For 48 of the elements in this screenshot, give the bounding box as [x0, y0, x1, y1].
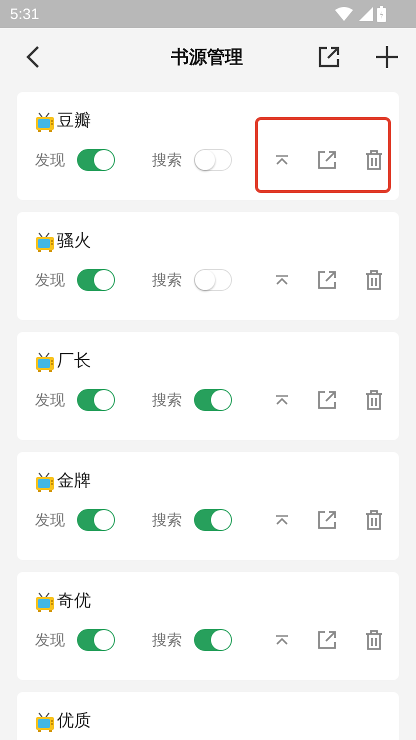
trash-icon[interactable]: [365, 150, 383, 170]
toggle-switch[interactable]: [77, 269, 115, 291]
page-title: 书源管理: [170, 46, 244, 69]
tv-icon: [35, 232, 55, 252]
signal-icon: [359, 7, 373, 21]
back-icon[interactable]: [26, 45, 40, 69]
toggle-switch[interactable]: [194, 509, 232, 531]
toggle-label: 发现: [35, 390, 65, 410]
source-name: 奇优: [57, 590, 91, 612]
wifi-icon: [335, 7, 353, 21]
toggle-label: 发现: [35, 150, 65, 170]
toggle-label: 搜索: [152, 270, 182, 290]
move-to-top-icon[interactable]: [275, 635, 289, 645]
move-to-top-icon[interactable]: [275, 515, 289, 525]
source-name: 金牌: [57, 470, 91, 492]
add-icon[interactable]: [376, 46, 398, 68]
move-to-top-icon[interactable]: [275, 395, 289, 405]
tv-icon: [35, 352, 55, 372]
source-name: 优质: [57, 710, 91, 732]
trash-icon[interactable]: [365, 630, 383, 650]
battery-icon: [377, 6, 386, 22]
tv-icon: [35, 112, 55, 132]
toggle-switch[interactable]: [77, 629, 115, 651]
move-to-top-icon[interactable]: [275, 275, 289, 285]
toggle-switch[interactable]: [77, 389, 115, 411]
source-name: 豆瓣: [57, 110, 91, 132]
tv-icon: [35, 712, 55, 732]
source-name: 厂长: [57, 350, 91, 372]
toggle-label: 发现: [35, 630, 65, 650]
tv-icon: [35, 592, 55, 612]
move-to-top-icon[interactable]: [275, 155, 289, 165]
toggle-label: 搜索: [152, 390, 182, 410]
tv-icon: [35, 472, 55, 492]
toggle-switch[interactable]: [194, 389, 232, 411]
toggle-switch[interactable]: [77, 149, 115, 171]
status-time: 5:31: [10, 6, 40, 22]
toggle-label: 搜索: [152, 630, 182, 650]
export-icon[interactable]: [318, 46, 340, 68]
toggle-label: 发现: [35, 510, 65, 530]
toggle-switch[interactable]: [194, 629, 232, 651]
trash-icon[interactable]: [365, 510, 383, 530]
toggle-switch[interactable]: [77, 509, 115, 531]
toggle-label: 搜索: [152, 510, 182, 530]
trash-icon[interactable]: [365, 270, 383, 290]
source-name: 骚火: [57, 230, 91, 252]
toggle-label: 发现: [35, 270, 65, 290]
toggle-label: 搜索: [152, 150, 182, 170]
trash-icon[interactable]: [365, 390, 383, 410]
